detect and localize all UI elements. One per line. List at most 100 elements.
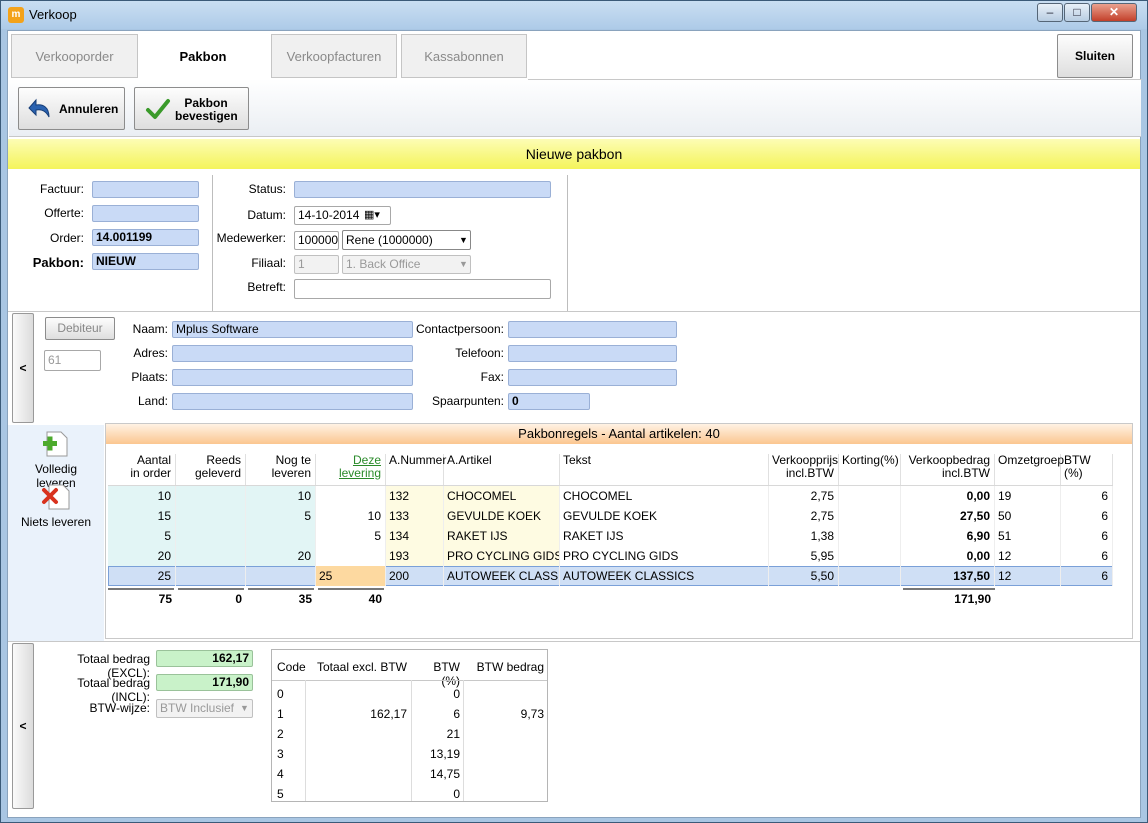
col-aartikel[interactable]: A.Artikel (444, 454, 560, 488)
medewerker-name: Rene (1000000) (346, 233, 433, 247)
col-tekst[interactable]: Tekst (560, 454, 769, 488)
tab-verkoopfacturen[interactable]: Verkoopfacturen (271, 34, 397, 78)
fax-field[interactable] (508, 369, 677, 386)
cell-anummer: 200 (386, 566, 444, 586)
medewerker-code-field[interactable]: 1000000 (294, 231, 339, 250)
col-btw[interactable]: BTW (%) (1061, 454, 1113, 488)
cell-deze[interactable] (316, 486, 386, 506)
cell-aantal: 20 (108, 546, 176, 566)
page-title: Nieuwe pakbon (8, 139, 1140, 169)
col-aantal[interactable]: Aantal in order (108, 454, 176, 488)
col-anummer[interactable]: A.Nummer (386, 454, 446, 488)
btw-cell-perc: 13,19 (429, 747, 460, 761)
col-korting[interactable]: Korting(%) (839, 454, 901, 488)
datum-label: Datum: (247, 208, 286, 222)
section-divider (8, 311, 1140, 312)
offerte-label: Offerte: (44, 206, 84, 220)
contact-field[interactable] (508, 321, 677, 338)
offerte-field[interactable] (92, 205, 199, 222)
naam-field[interactable]: Mplus Software (172, 321, 413, 338)
col-nog[interactable]: Nog te leveren (246, 454, 316, 488)
deliver-all-button[interactable]: Volledig leveren (14, 429, 98, 490)
betreft-field[interactable] (294, 279, 551, 299)
plaats-field[interactable] (172, 369, 413, 386)
cell-deze[interactable]: 25 (316, 566, 386, 586)
pakbon-field[interactable]: NIEUW (92, 253, 199, 270)
total-reeds: 0 (235, 592, 242, 606)
col-deze[interactable]: Deze levering (316, 454, 386, 488)
cell-prijs: 2,75 (769, 486, 839, 506)
debiteur-number-field[interactable]: 61 (44, 350, 101, 371)
pakbon-label: Pakbon: (32, 255, 84, 270)
cell-anummer: 134 (386, 526, 444, 546)
cell-prijs: 1,38 (769, 526, 839, 546)
btw-col-bedrag: BTW bedrag (476, 660, 544, 674)
cell-aantal: 5 (108, 526, 176, 546)
col-prijs[interactable]: Verkoopprijs incl.BTW (769, 454, 839, 488)
calendar-icon[interactable]: ▦▾ (364, 207, 380, 224)
tab-verkooporder[interactable]: Verkooporder (11, 34, 138, 78)
cell-deze[interactable]: 5 (316, 526, 386, 546)
status-label: Status: (248, 182, 286, 196)
btw-cell-code: 4 (277, 767, 284, 781)
cell-omzet: 51 (995, 526, 1061, 546)
cell-nog: 5 (246, 506, 316, 526)
medewerker-select[interactable]: Rene (1000000) ▼ (342, 230, 471, 250)
btw-col-totaal: Totaal excl. BTW (316, 660, 407, 674)
datum-picker[interactable]: 14-10-2014 ▦▾ (294, 206, 391, 225)
adres-label: Adres: (133, 346, 168, 360)
sum-line (108, 588, 174, 590)
cell-omzet: 50 (995, 506, 1061, 526)
filiaal-select[interactable]: 1. Back Office ▼ (342, 255, 471, 274)
cancel-button[interactable]: Annuleren (18, 87, 125, 130)
cell-korting (839, 546, 901, 566)
confirm-pakbon-button[interactable]: Pakbon bevestigen (134, 87, 249, 130)
btw-wijze-select[interactable]: BTW Inclusief ▼ (156, 699, 253, 718)
cell-deze[interactable] (316, 546, 386, 566)
land-label: Land: (137, 394, 168, 408)
cell-nog (246, 566, 316, 586)
total-bedrag: 171,90 (954, 592, 991, 606)
close-window-icon[interactable]: ✕ (1091, 3, 1137, 22)
col-bedrag[interactable]: Verkoopbedrag incl.BTW (901, 454, 995, 488)
sum-line (903, 588, 995, 590)
col-omzet[interactable]: Omzetgroep (995, 454, 1064, 488)
collapse-totals-button[interactable]: < (12, 643, 34, 809)
document-add-icon (43, 431, 68, 457)
factuur-field[interactable] (92, 181, 199, 198)
maximize-icon[interactable]: □ (1064, 3, 1090, 22)
collapse-customer-button[interactable]: < (12, 313, 34, 423)
btw-cell-code: 3 (277, 747, 284, 761)
col-reeds[interactable]: Reeds geleverd (176, 454, 246, 488)
cell-korting (839, 486, 901, 506)
cell-korting (839, 566, 901, 586)
cell-omzet: 19 (995, 486, 1061, 506)
datum-value: 14-10-2014 (298, 208, 360, 222)
minimize-icon[interactable]: – (1037, 3, 1063, 22)
adres-field[interactable] (172, 345, 413, 362)
btw-cell-code: 2 (277, 727, 284, 741)
filiaal-code-field[interactable]: 1 (294, 255, 339, 274)
cell-aartikel: GEVULDE KOEK (444, 506, 560, 526)
cell-deze[interactable]: 10 (316, 506, 386, 526)
cell-reeds (176, 566, 246, 586)
btw-table: Code Totaal excl. BTW BTW (%) BTW bedrag… (271, 649, 548, 802)
confirm-label-2: bevestigen (175, 109, 238, 123)
telefoon-field[interactable] (508, 345, 677, 362)
title-bar[interactable]: m Verkoop – □ ✕ (1, 1, 1147, 29)
spaarpunten-field[interactable]: 0 (508, 393, 590, 410)
land-field[interactable] (172, 393, 413, 410)
tab-kassabonnen[interactable]: Kassabonnen (401, 34, 527, 78)
factuur-label: Factuur: (39, 182, 84, 196)
chevron-down-icon: ▼ (240, 703, 249, 713)
plaats-label: Plaats: (131, 370, 168, 384)
status-field[interactable] (294, 181, 551, 198)
tab-pakbon[interactable]: Pakbon (140, 34, 266, 78)
order-field[interactable]: 14.001199 (92, 229, 199, 246)
undo-arrow-icon (28, 98, 50, 118)
close-button[interactable]: Sluiten (1057, 34, 1133, 78)
sum-line (248, 588, 314, 590)
debiteur-button[interactable]: Debiteur (45, 317, 115, 340)
deliver-none-button[interactable]: Niets leveren (14, 482, 98, 532)
cell-nog (246, 526, 316, 546)
